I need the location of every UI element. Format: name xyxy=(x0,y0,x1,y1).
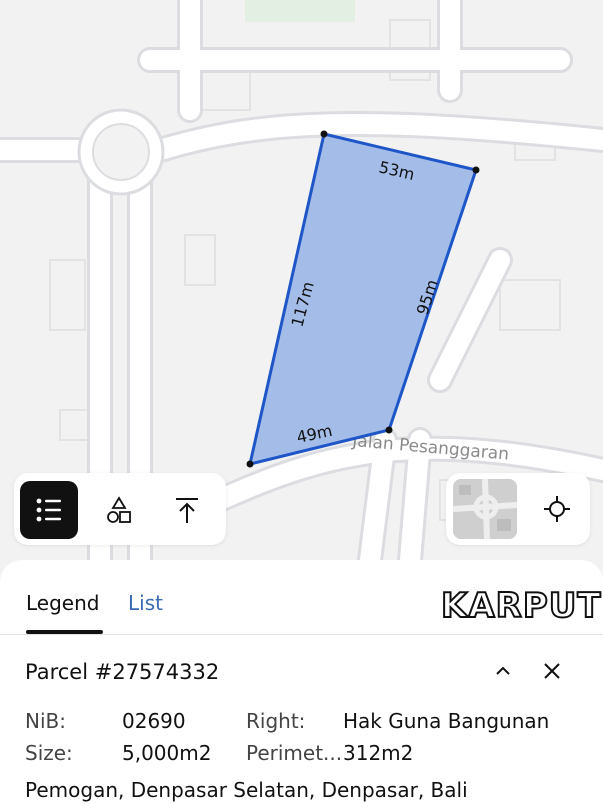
shapes-button[interactable] xyxy=(90,481,148,539)
crosshair-icon xyxy=(544,496,570,522)
active-tab-indicator xyxy=(26,630,103,634)
map-toolbar xyxy=(14,473,226,545)
map-controls xyxy=(446,473,590,545)
collapse-button[interactable] xyxy=(486,654,520,688)
close-button[interactable] xyxy=(535,654,569,688)
parcel-vertex[interactable] xyxy=(246,460,254,468)
parcel-vertex[interactable] xyxy=(385,426,393,434)
parcel-address: Pemogan, Denpasar Selatan, Denpasar, Bal… xyxy=(25,778,468,802)
perimeter-value: 312m2 xyxy=(343,741,414,765)
tab-list[interactable]: List xyxy=(128,591,163,615)
perimeter-label: Perimet... xyxy=(246,741,343,765)
parcel-card: Parcel #27574332 NiB: 02690 Right: Hak G… xyxy=(0,640,603,804)
locate-button[interactable] xyxy=(528,480,586,538)
map-style-thumbnail[interactable] xyxy=(453,479,517,539)
parcel-row-2: Size: 5,000m2 Perimet... 312m2 xyxy=(0,741,603,769)
legend-list-icon xyxy=(36,498,61,522)
chevron-up-icon xyxy=(496,666,510,675)
parcel-title: Parcel #27574332 xyxy=(25,660,220,684)
nib-label: NiB: xyxy=(25,709,66,733)
tab-legend[interactable]: Legend xyxy=(26,591,99,615)
parcel-vertex[interactable] xyxy=(472,166,480,174)
right-label: Right: xyxy=(246,709,306,733)
close-icon xyxy=(544,663,560,679)
parcel-vertex[interactable] xyxy=(320,130,328,138)
upload-button[interactable] xyxy=(158,481,216,539)
bottom-sheet: Legend List KARPUT Parcel #27574332 NiB:… xyxy=(0,560,603,804)
shapes-icon xyxy=(107,496,131,523)
nib-value: 02690 xyxy=(122,709,186,733)
brand-logo: KARPUT xyxy=(440,585,602,627)
size-label: Size: xyxy=(25,741,73,765)
sheet-tabs: Legend List KARPUT xyxy=(0,560,603,635)
upload-arrow-icon xyxy=(176,498,198,523)
right-value: Hak Guna Bangunan xyxy=(343,709,550,733)
parcel-row-1: NiB: 02690 Right: Hak Guna Bangunan xyxy=(0,709,603,737)
legend-button[interactable] xyxy=(20,481,78,539)
size-value: 5,000m2 xyxy=(122,741,212,765)
